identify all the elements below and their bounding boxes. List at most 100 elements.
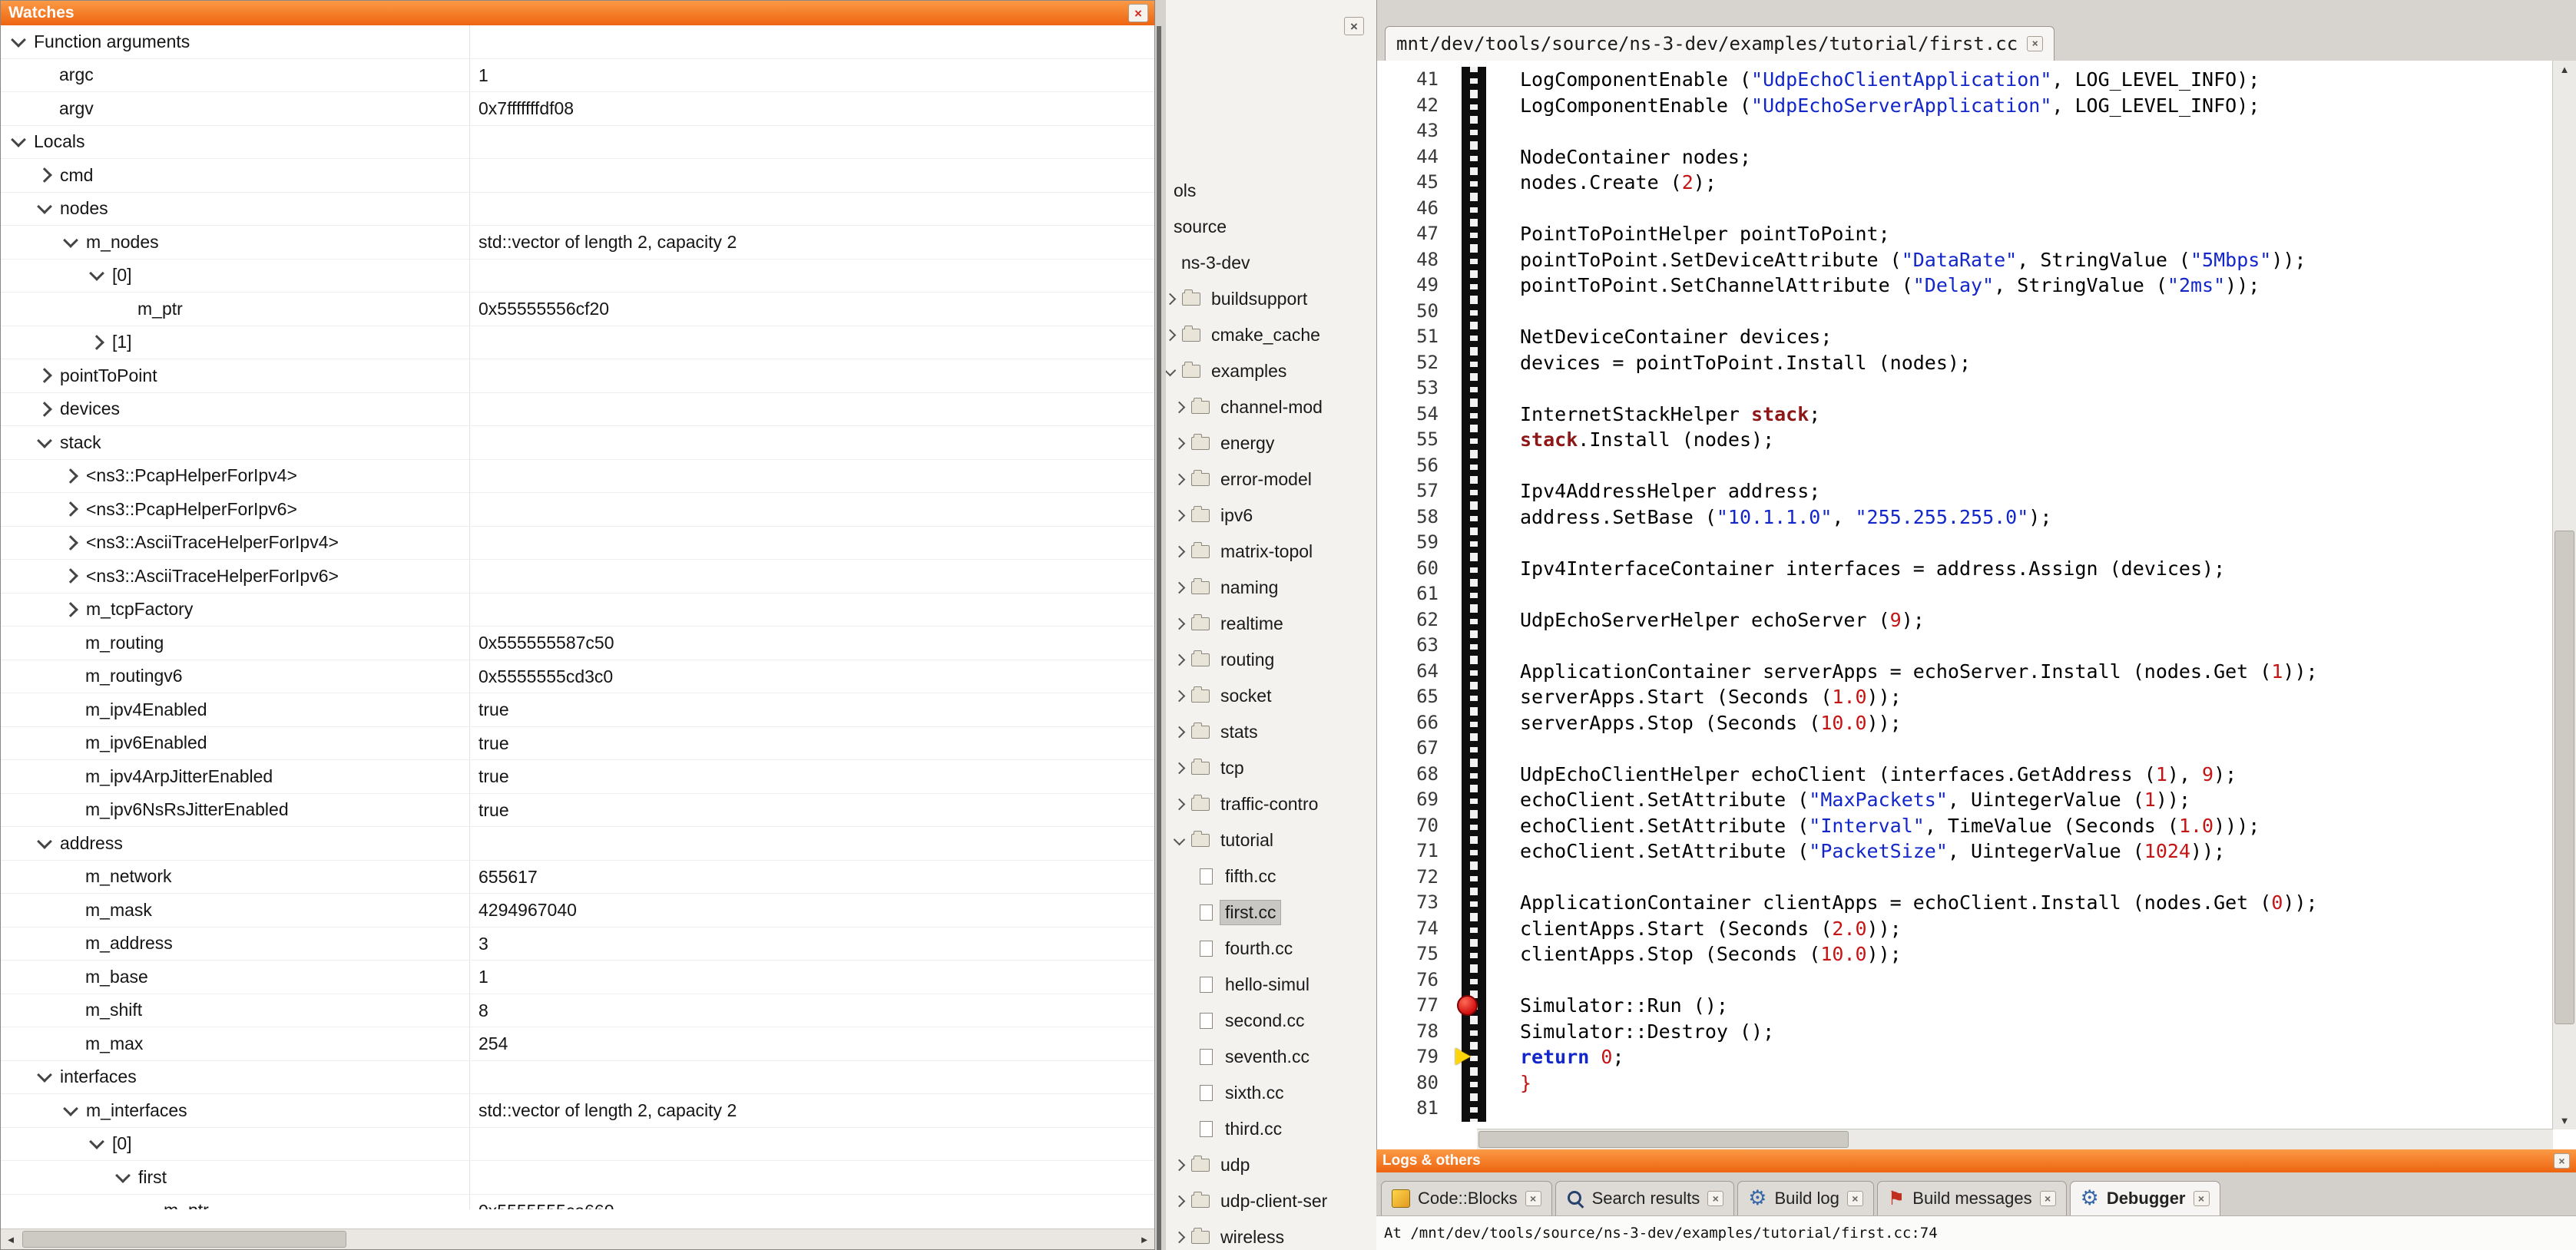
tree-item-routing[interactable]: routing	[1166, 642, 1376, 678]
tree-item-sixth-cc[interactable]: sixth.cc	[1166, 1075, 1376, 1111]
tab-build-log[interactable]: ⚙Build log×	[1737, 1181, 1874, 1215]
code-line[interactable]: 57Ipv4AddressHelper address;	[1377, 478, 2553, 504]
breakpoint-margin[interactable]	[1462, 1070, 1486, 1096]
breakpoint-margin[interactable]	[1462, 427, 1486, 453]
tree-item-examples[interactable]: examples	[1166, 353, 1376, 389]
close-icon[interactable]: ×	[1847, 1191, 1863, 1206]
tree-item-fifth-cc[interactable]: fifth.cc	[1166, 858, 1376, 895]
watch-row[interactable]: m_ipv4ArpJitterEnabledtrue	[1, 760, 1154, 794]
code-line[interactable]: 69echoClient.SetAttribute ("MaxPackets",…	[1377, 787, 2553, 813]
scrollbar-thumb[interactable]	[22, 1231, 346, 1248]
code-line[interactable]: 64ApplicationContainer serverApps = echo…	[1377, 659, 2553, 685]
logs-titlebar[interactable]: Logs & others ×	[1376, 1149, 2576, 1172]
tree-item-source[interactable]: source	[1166, 209, 1376, 245]
tree-item-udp-client-ser[interactable]: udp-client-ser	[1166, 1183, 1376, 1219]
chevron-right-icon[interactable]	[1166, 293, 1176, 306]
chevron-right-icon[interactable]	[1174, 1195, 1186, 1208]
tree-item-wireless[interactable]: wireless	[1166, 1219, 1376, 1250]
tree-item-stats[interactable]: stats	[1166, 714, 1376, 750]
breakpoint-margin[interactable]	[1462, 607, 1486, 633]
watch-row[interactable]: [0]	[1, 1128, 1154, 1162]
code-line[interactable]: 68UdpEchoClientHelper echoClient (interf…	[1377, 762, 2553, 788]
watch-row[interactable]: <ns3::PcapHelperForIpv6>	[1, 493, 1154, 527]
breakpoint-margin[interactable]	[1462, 273, 1486, 299]
code-line[interactable]: 46	[1377, 196, 2553, 222]
code-line[interactable]: 61	[1377, 581, 2553, 607]
tree-item-tutorial[interactable]: tutorial	[1166, 822, 1376, 858]
tree-item-fourth-cc[interactable]: fourth.cc	[1166, 931, 1376, 967]
code-line[interactable]: 55stack.Install (nodes);	[1377, 427, 2553, 453]
breakpoint-margin[interactable]	[1462, 118, 1486, 144]
watch-row[interactable]: m_ptr0x55555556cf20	[1, 293, 1154, 326]
code-line[interactable]: 51NetDeviceContainer devices;	[1377, 324, 2553, 350]
code-area[interactable]: 41LogComponentEnable ("UdpEchoClientAppl…	[1377, 61, 2553, 1129]
watch-row[interactable]: m_address3	[1, 928, 1154, 961]
code-line[interactable]: 48pointToPoint.SetDeviceAttribute ("Data…	[1377, 247, 2553, 273]
editor-vscrollbar[interactable]: ▲ ▼	[2552, 61, 2576, 1129]
watch-row[interactable]: m_interfacesstd::vector of length 2, cap…	[1, 1094, 1154, 1128]
watch-row[interactable]: [1]	[1, 326, 1154, 360]
tree-item-socket[interactable]: socket	[1166, 678, 1376, 714]
scroll-left-icon[interactable]: ◄	[1, 1234, 21, 1245]
breakpoint-margin[interactable]	[1462, 865, 1486, 891]
breakpoint-margin[interactable]	[1462, 247, 1486, 273]
code-line[interactable]: 42LogComponentEnable ("UdpEchoServerAppl…	[1377, 93, 2553, 119]
watches-hscrollbar[interactable]: ◄ ►	[1, 1229, 1154, 1249]
breakpoint-margin[interactable]	[1462, 736, 1486, 762]
breakpoint-margin[interactable]	[1462, 453, 1486, 479]
watch-row[interactable]: cmd	[1, 159, 1154, 193]
tree-item-seventh-cc[interactable]: seventh.cc	[1166, 1039, 1376, 1075]
chevron-right-icon[interactable]	[37, 368, 52, 383]
breakpoint-margin[interactable]	[1462, 402, 1486, 428]
chevron-right-icon[interactable]	[1174, 654, 1186, 666]
close-icon[interactable]: ×	[1344, 17, 1364, 35]
breakpoint-margin[interactable]	[1462, 941, 1486, 967]
code-line[interactable]: 50	[1377, 299, 2553, 325]
close-icon[interactable]: ×	[1707, 1191, 1723, 1206]
tree-item-energy[interactable]: energy	[1166, 425, 1376, 461]
scrollbar-thumb[interactable]	[2554, 531, 2574, 1023]
code-line[interactable]: 72	[1377, 865, 2553, 891]
watch-row[interactable]: stack	[1, 426, 1154, 460]
chevron-down-icon[interactable]	[37, 433, 52, 448]
breakpoint-margin[interactable]	[1462, 67, 1486, 93]
tab-code-blocks[interactable]: Code::Blocks×	[1381, 1181, 1552, 1215]
tree-item-naming[interactable]: naming	[1166, 570, 1376, 606]
scroll-up-icon[interactable]: ▲	[2553, 64, 2576, 75]
watches-titlebar[interactable]: Watches ×	[1, 1, 1154, 25]
chevron-right-icon[interactable]	[1174, 1159, 1186, 1172]
breakpoint-margin[interactable]	[1462, 581, 1486, 607]
breakpoint-margin[interactable]	[1462, 144, 1486, 170]
splitter[interactable]	[1157, 26, 1161, 1250]
close-icon[interactable]: ×	[1128, 4, 1148, 22]
breakpoint-margin[interactable]	[1462, 633, 1486, 659]
tree-item-cmake-cache[interactable]: cmake_cache	[1166, 317, 1376, 353]
code-line[interactable]: 56	[1377, 453, 2553, 479]
breakpoint-icon[interactable]	[1457, 995, 1478, 1016]
breakpoint-margin[interactable]	[1462, 838, 1486, 865]
editor-tab[interactable]: mnt/dev/tools/source/ns-3-dev/examples/t…	[1385, 26, 2055, 61]
chevron-right-icon[interactable]	[63, 602, 78, 617]
code-line[interactable]: 62UdpEchoServerHelper echoServer (9);	[1377, 607, 2553, 633]
chevron-down-icon[interactable]	[89, 1134, 104, 1149]
chevron-down-icon[interactable]	[115, 1168, 131, 1183]
tab-build-messages[interactable]: ⚑Build messages×	[1877, 1181, 2067, 1215]
tree-item-tcp[interactable]: tcp	[1166, 750, 1376, 786]
chevron-down-icon[interactable]	[37, 1067, 52, 1083]
watch-row[interactable]: interfaces	[1, 1061, 1154, 1095]
code-line[interactable]: 41LogComponentEnable ("UdpEchoClientAppl…	[1377, 67, 2553, 93]
chevron-down-icon[interactable]	[37, 199, 52, 214]
breakpoint-margin[interactable]	[1462, 967, 1486, 994]
code-line[interactable]: 54InternetStackHelper stack;	[1377, 402, 2553, 428]
code-line[interactable]: 60Ipv4InterfaceContainer interfaces = ad…	[1377, 556, 2553, 582]
chevron-down-icon[interactable]	[1174, 833, 1186, 845]
breakpoint-margin[interactable]	[1462, 530, 1486, 556]
watch-row[interactable]: m_max254	[1, 1027, 1154, 1061]
watch-row[interactable]: pointToPoint	[1, 359, 1154, 393]
tree-item-error-model[interactable]: error-model	[1166, 461, 1376, 498]
chevron-right-icon[interactable]	[1174, 1232, 1186, 1244]
breakpoint-margin[interactable]	[1462, 916, 1486, 942]
watch-row[interactable]: argv0x7fffffffdf08	[1, 92, 1154, 126]
chevron-right-icon[interactable]	[1174, 402, 1186, 414]
code-line[interactable]: 49pointToPoint.SetChannelAttribute ("Del…	[1377, 273, 2553, 299]
